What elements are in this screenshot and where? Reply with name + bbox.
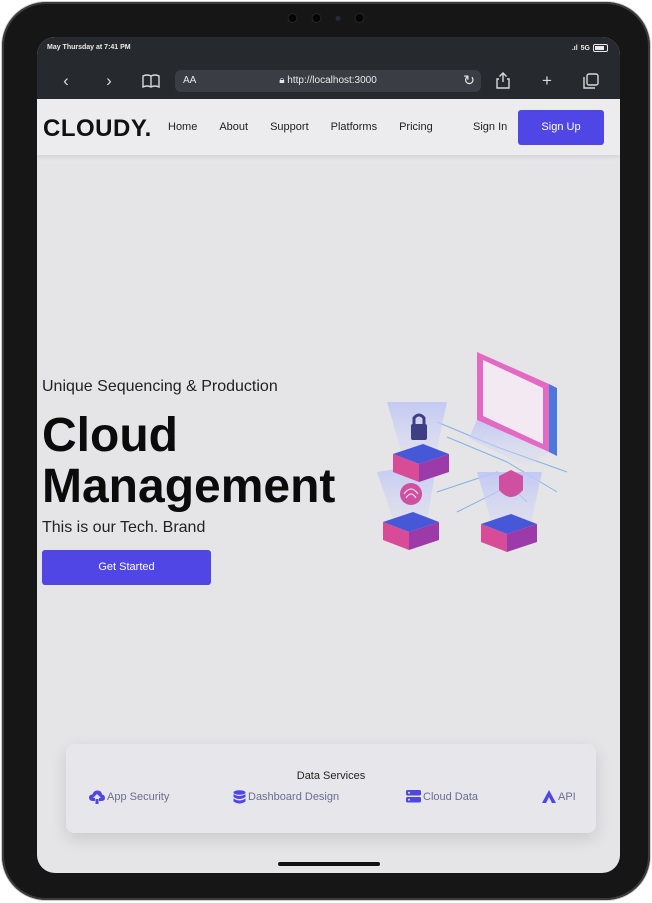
nav-link-support[interactable]: Support bbox=[270, 121, 309, 133]
sensor-icon bbox=[287, 13, 298, 23]
hero-eyebrow: Unique Sequencing & Production bbox=[42, 378, 278, 395]
browser-toolbar: ‹ › AA 🔒︎ http://localhost:3000 ↻ + bbox=[37, 68, 620, 94]
data-services-card: Data Services App Security Dashboard Des… bbox=[66, 744, 596, 833]
battery-icon bbox=[593, 44, 608, 52]
tabs-icon[interactable] bbox=[580, 70, 602, 92]
service-label: Dashboard Design bbox=[248, 791, 340, 803]
database-icon bbox=[233, 790, 246, 804]
logo[interactable]: CLOUDY. bbox=[43, 115, 152, 143]
nav-links: Home About Support Platforms Pricing bbox=[168, 121, 455, 133]
service-cloud-data[interactable]: Cloud Data bbox=[406, 790, 478, 803]
url-text: 🔒︎ http://localhost:3000 bbox=[175, 75, 481, 86]
service-label: API bbox=[558, 790, 576, 803]
site-nav: CLOUDY. Home About Support Platforms Pri… bbox=[37, 99, 620, 155]
get-started-button[interactable]: Get Started bbox=[42, 550, 211, 585]
hero-tagline: This is our Tech. Brand bbox=[42, 519, 206, 536]
new-tab-icon[interactable]: + bbox=[536, 70, 558, 92]
cloud-security-illustration bbox=[377, 352, 568, 552]
camera-icon bbox=[335, 15, 341, 21]
service-dashboard-design[interactable]: Dashboard Design bbox=[233, 790, 339, 804]
signal-icon: .ıl bbox=[571, 44, 578, 52]
lock-icon: 🔒︎ bbox=[279, 75, 285, 86]
browser-chrome: May Thursday at 7:41 PM .ıl 5G ‹ › AA 🔒︎ bbox=[37, 37, 620, 99]
nav-link-home[interactable]: Home bbox=[168, 121, 197, 133]
status-bar: May Thursday at 7:41 PM .ıl 5G bbox=[47, 44, 608, 52]
status-indicators: .ıl 5G bbox=[572, 44, 608, 52]
server-icon bbox=[406, 790, 421, 803]
carrier-label: 5G bbox=[580, 44, 590, 52]
tablet-frame: May Thursday at 7:41 PM .ıl 5G ‹ › AA 🔒︎ bbox=[2, 2, 650, 900]
bookmarks-icon[interactable] bbox=[140, 70, 162, 92]
service-api[interactable]: API bbox=[542, 790, 576, 803]
sign-up-button[interactable]: Sign Up bbox=[518, 110, 604, 145]
nav-link-platforms[interactable]: Platforms bbox=[331, 121, 377, 133]
service-label: App Security bbox=[107, 791, 170, 803]
sign-in-link[interactable]: Sign In bbox=[473, 121, 507, 133]
headline-line-2: Management bbox=[42, 460, 336, 513]
service-app-security[interactable]: App Security bbox=[89, 790, 169, 804]
sensor-icon bbox=[354, 13, 365, 23]
screen: May Thursday at 7:41 PM .ıl 5G ‹ › AA 🔒︎ bbox=[37, 37, 620, 873]
url-value: http://localhost:3000 bbox=[287, 75, 377, 86]
address-bar[interactable]: AA 🔒︎ http://localhost:3000 ↻ bbox=[175, 70, 481, 92]
home-indicator[interactable] bbox=[278, 862, 380, 866]
nav-link-pricing[interactable]: Pricing bbox=[399, 121, 433, 133]
service-label: Cloud Data bbox=[423, 790, 479, 803]
share-icon[interactable] bbox=[492, 70, 514, 92]
hero-headline: Cloud Management bbox=[42, 410, 335, 512]
services-title: Data Services bbox=[296, 770, 366, 782]
forward-icon[interactable]: › bbox=[98, 70, 120, 92]
back-icon[interactable]: ‹ bbox=[55, 70, 77, 92]
cloud-upload-icon bbox=[89, 790, 105, 804]
headline-line-1: Cloud bbox=[42, 409, 178, 462]
reload-icon[interactable]: ↻ bbox=[463, 72, 475, 89]
sensor-icon bbox=[311, 13, 322, 23]
api-logo-icon bbox=[542, 790, 556, 803]
status-time: May Thursday at 7:41 PM bbox=[47, 44, 131, 51]
camera-bar bbox=[287, 13, 365, 23]
nav-link-about[interactable]: About bbox=[219, 121, 248, 133]
